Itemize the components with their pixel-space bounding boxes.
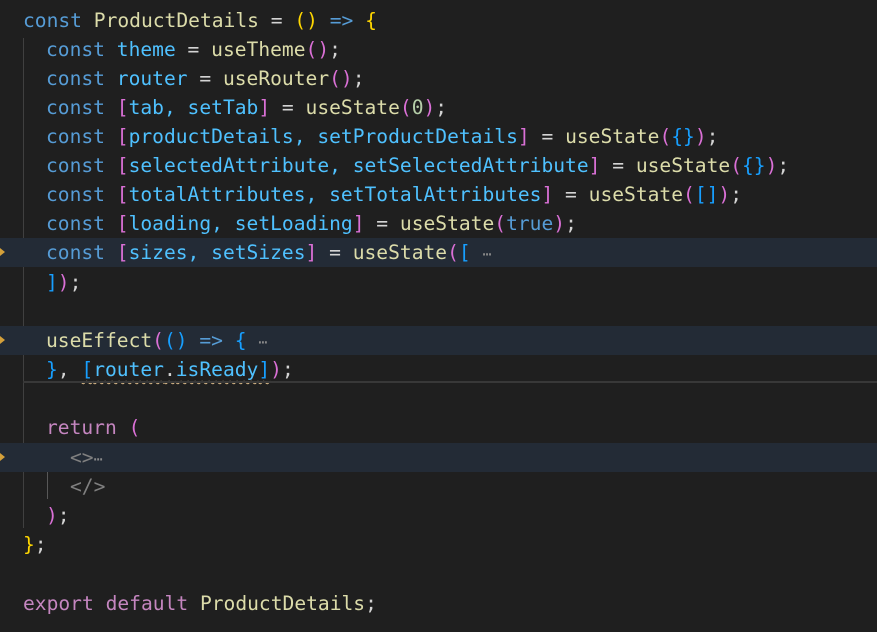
code-editor[interactable]: const ProductDetails = () => { const the… xyxy=(0,0,877,632)
fold-chevron-icon[interactable] xyxy=(0,336,5,344)
code-line[interactable]: const [loading, setLoading] = useState(t… xyxy=(0,209,877,238)
code-line[interactable]: const [productDetails, setProductDetails… xyxy=(0,122,877,151)
code-line[interactable]: const ProductDetails = () => { xyxy=(0,6,877,35)
code-line-folded[interactable]: const [sizes, setSizes] = useState([ ⋯ xyxy=(0,238,877,267)
code-line[interactable]: export default ProductDetails; xyxy=(0,589,877,618)
fold-chevron-icon[interactable] xyxy=(0,453,5,461)
code-line[interactable]: const theme = useTheme(); xyxy=(0,35,877,64)
warning-squiggle[interactable]: [router.isReady] xyxy=(81,358,270,381)
code-line[interactable]: ]); xyxy=(0,268,877,297)
code-line-folded[interactable]: <>⋯ xyxy=(0,443,877,472)
code-line[interactable]: </> xyxy=(0,472,877,501)
code-line[interactable]: }, [router.isReady]); xyxy=(0,355,877,384)
token: ProductDetails xyxy=(93,9,259,32)
current-line-border xyxy=(23,381,877,383)
token: const xyxy=(23,9,82,32)
code-line[interactable]: const [selectedAttribute, setSelectedAtt… xyxy=(0,151,877,180)
code-line-folded[interactable]: useEffect(() => { ⋯ xyxy=(0,326,877,355)
folded-ellipsis-icon[interactable]: ⋯ xyxy=(94,450,103,468)
code-line[interactable]: const [totalAttributes, setTotalAttribut… xyxy=(0,180,877,209)
fold-chevron-icon[interactable] xyxy=(0,248,5,256)
code-line[interactable]: return ( xyxy=(0,413,877,442)
code-line[interactable]: const router = useRouter(); xyxy=(0,64,877,93)
folded-ellipsis-icon[interactable]: ⋯ xyxy=(482,245,491,263)
folded-ellipsis-icon[interactable]: ⋯ xyxy=(258,333,267,351)
code-line[interactable]: const [tab, setTab] = useState(0); xyxy=(0,93,877,122)
code-line[interactable]: ); xyxy=(0,501,877,530)
code-line[interactable]: }; xyxy=(0,530,877,559)
